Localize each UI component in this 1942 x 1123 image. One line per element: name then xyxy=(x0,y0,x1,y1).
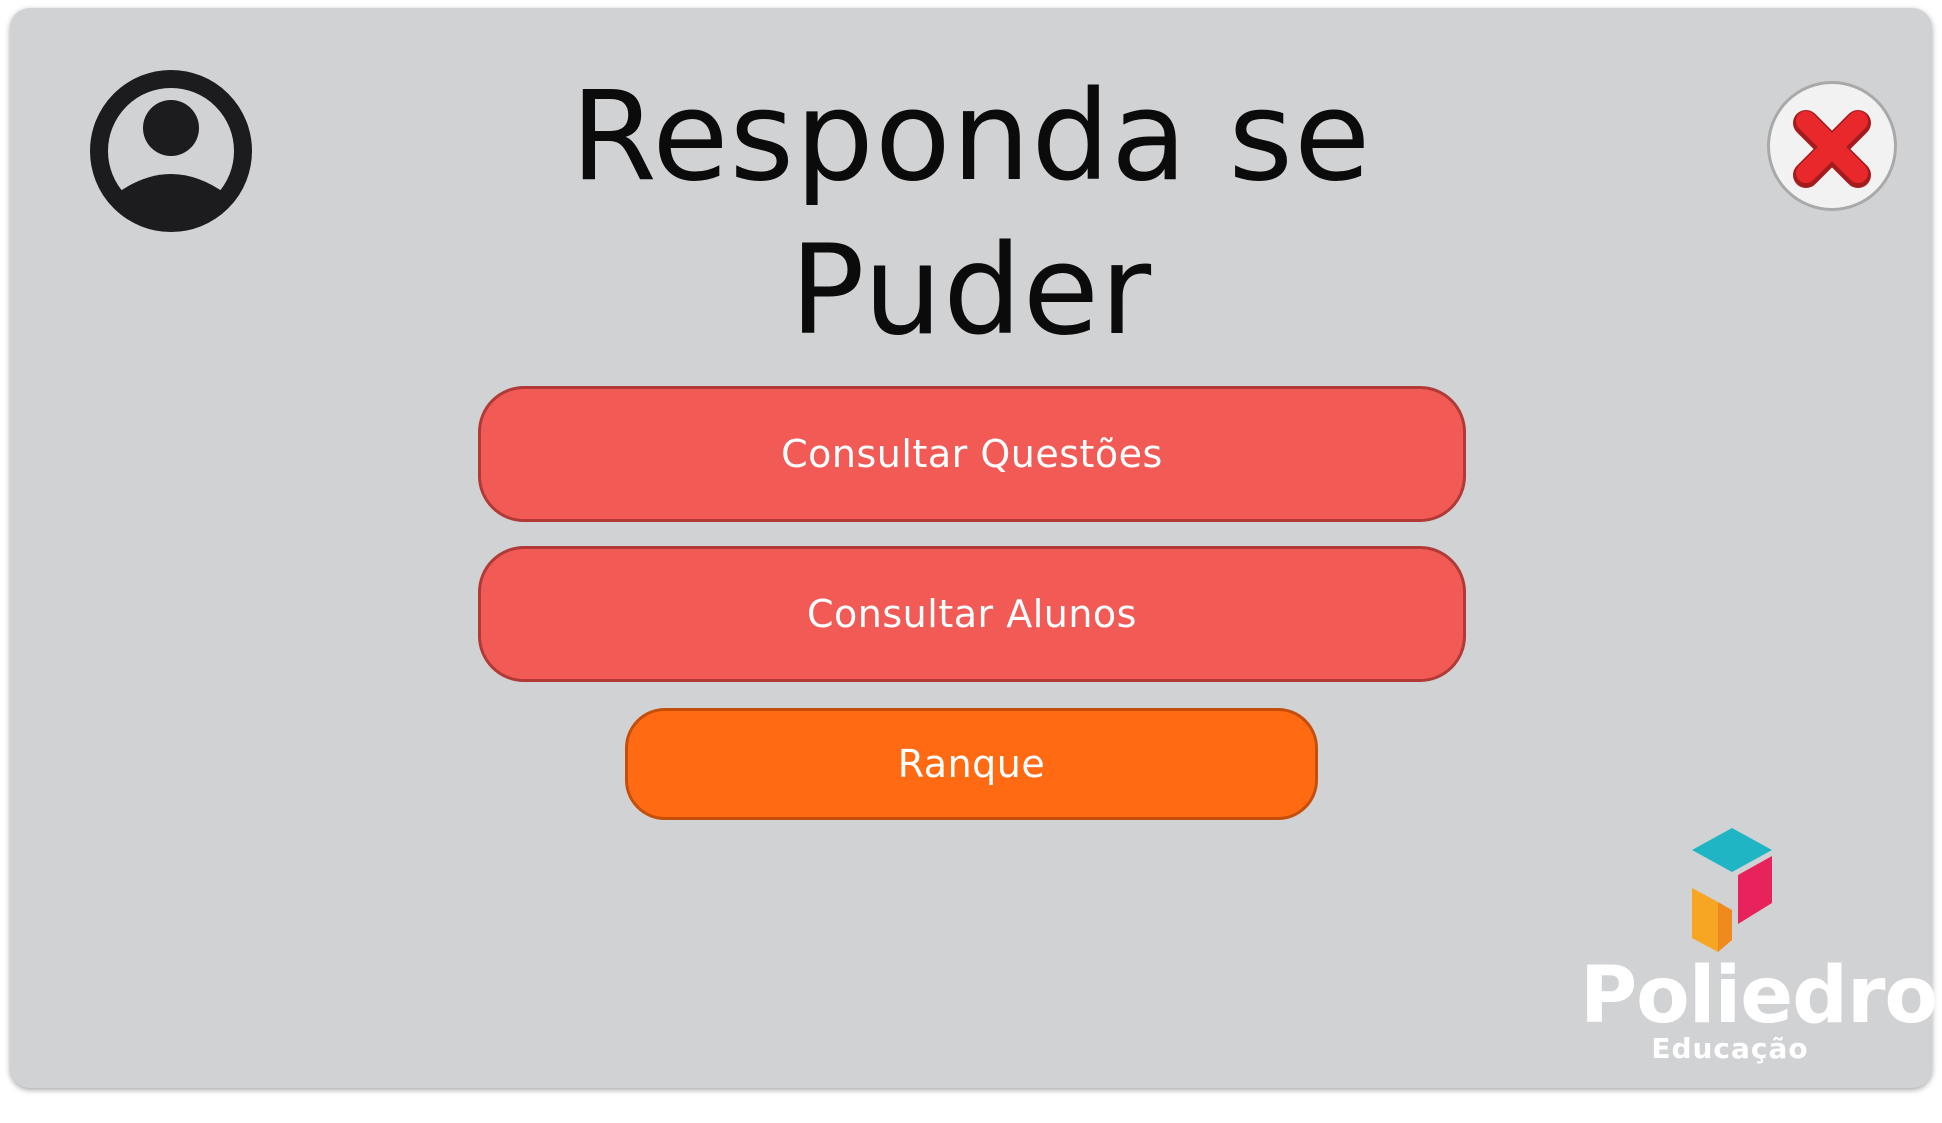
poliedro-logo: Poliedro Educação xyxy=(1580,828,1938,1078)
page-title: Responda se Puder xyxy=(10,60,1932,368)
app-window: Responda se Puder Consultar Questões Con… xyxy=(10,8,1938,1088)
poliedro-cube-icon xyxy=(1692,828,1772,952)
ranking-label: Ranque xyxy=(897,742,1046,786)
brand-tagline: Educação xyxy=(1651,1032,1809,1065)
consult-questions-button[interactable]: Consultar Questões xyxy=(478,386,1466,522)
title-line-1: Responda se xyxy=(570,65,1372,209)
consult-questions-label: Consultar Questões xyxy=(781,432,1163,476)
title-line-2: Puder xyxy=(789,219,1153,363)
brand-name: Poliedro xyxy=(1580,951,1938,1041)
consult-students-label: Consultar Alunos xyxy=(807,592,1137,636)
close-x-icon xyxy=(1793,110,1871,188)
consult-students-button[interactable]: Consultar Alunos xyxy=(478,546,1466,682)
close-button[interactable] xyxy=(1767,81,1897,211)
ranking-button[interactable]: Ranque xyxy=(625,708,1318,820)
